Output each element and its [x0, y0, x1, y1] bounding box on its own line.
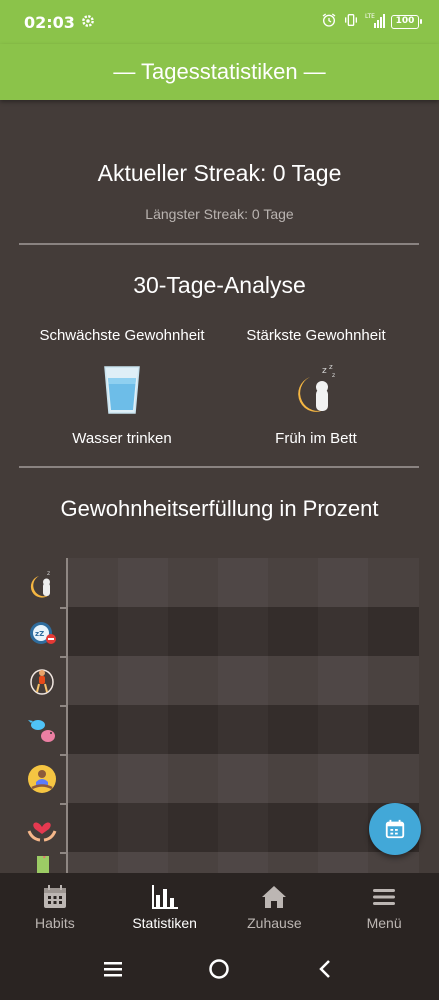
hamburger-icon: [373, 889, 396, 905]
signal-icon: LTE: [365, 12, 385, 32]
completion-chart-grid: [68, 558, 419, 873]
chart-column: [118, 558, 168, 873]
app-bar: — Tagesstatistiken —: [0, 44, 439, 100]
back-chevron-icon: [319, 960, 330, 978]
nav-label: Statistiken: [132, 915, 197, 931]
heart-hands-icon: [26, 812, 58, 844]
page-title: — Tagesstatistiken —: [113, 59, 326, 84]
sleeping-moon-icon: z: [26, 567, 58, 599]
bar-chart-icon: [151, 885, 178, 909]
sleeping-moon-icon: z z z: [216, 360, 416, 420]
longest-streak: Längster Streak: 0 Tage: [145, 206, 294, 222]
nav-item-menue[interactable]: Menü: [334, 885, 434, 931]
water-glass-icon: [22, 360, 222, 420]
completion-chart-title: Gewohnheitserfüllung in Prozent: [60, 496, 379, 521]
meditation-icon: [26, 763, 58, 795]
strongest-habit-name: Früh im Bett: [275, 430, 357, 447]
axis-tick: [60, 754, 68, 756]
axis-tick: [60, 852, 68, 854]
weakest-habit: Schwächste Gewohnheit Wasser trinken: [22, 327, 222, 447]
alarm-clock-icon: zZ: [26, 616, 58, 648]
birds-icon: [26, 714, 58, 746]
divider: [19, 243, 419, 245]
settings-gear-icon: [81, 13, 95, 32]
svg-text:z: z: [322, 366, 327, 376]
chart-column: [218, 558, 268, 873]
calendar-fab-button[interactable]: [369, 803, 421, 855]
axis-tick: [60, 705, 68, 707]
drink-icon: [26, 856, 58, 874]
nav-item-statistiken[interactable]: Statistiken: [115, 885, 215, 931]
vibrate-icon: [343, 12, 359, 32]
svg-text:zZ: zZ: [35, 630, 44, 638]
chart-column: [318, 558, 368, 873]
divider: [19, 466, 419, 468]
status-time: 02:03: [24, 12, 75, 32]
axis-tick: [60, 607, 68, 609]
home-system-button[interactable]: [208, 958, 230, 985]
weakest-habit-label: Schwächste Gewohnheit: [39, 327, 205, 344]
svg-text:z: z: [329, 363, 333, 371]
network-type: LTE: [365, 13, 375, 20]
system-navigation-bar: [0, 943, 439, 1000]
calendar-icon: [385, 819, 405, 839]
nav-label: Habits: [35, 915, 75, 931]
current-streak: Aktueller Streak: 0 Tage: [97, 160, 342, 186]
battery-level: 100: [395, 16, 415, 26]
bottom-navigation: Habits Statistiken Zuhause Menü: [0, 873, 439, 943]
svg-text:z: z: [332, 372, 335, 379]
jump-rope-icon: [26, 665, 58, 697]
battery-icon: 100: [391, 15, 422, 29]
status-bar: 02:03 LTE 100: [0, 0, 439, 44]
svg-text:z: z: [47, 570, 50, 577]
nav-item-habits[interactable]: Habits: [5, 885, 105, 931]
nav-label: Menü: [366, 915, 402, 931]
weakest-habit-name: Wasser trinken: [72, 430, 172, 447]
alarm-icon: [321, 12, 337, 32]
strongest-habit: Stärkste Gewohnheit z z z Früh im Bett: [216, 327, 416, 447]
circle-home-icon: [209, 959, 230, 979]
chart-y-axis: [66, 558, 68, 873]
recent-apps-button[interactable]: [102, 960, 124, 983]
axis-tick: [60, 803, 68, 805]
calendar-icon: [43, 885, 66, 908]
analysis-title: 30-Tage-Analyse: [133, 272, 306, 298]
recent-apps-icon: [104, 962, 123, 977]
home-icon: [262, 886, 287, 908]
back-button[interactable]: [315, 958, 337, 985]
nav-label: Zuhause: [247, 915, 302, 931]
strongest-habit-label: Stärkste Gewohnheit: [246, 327, 386, 344]
nav-item-zuhause[interactable]: Zuhause: [224, 885, 324, 931]
axis-tick: [60, 656, 68, 658]
